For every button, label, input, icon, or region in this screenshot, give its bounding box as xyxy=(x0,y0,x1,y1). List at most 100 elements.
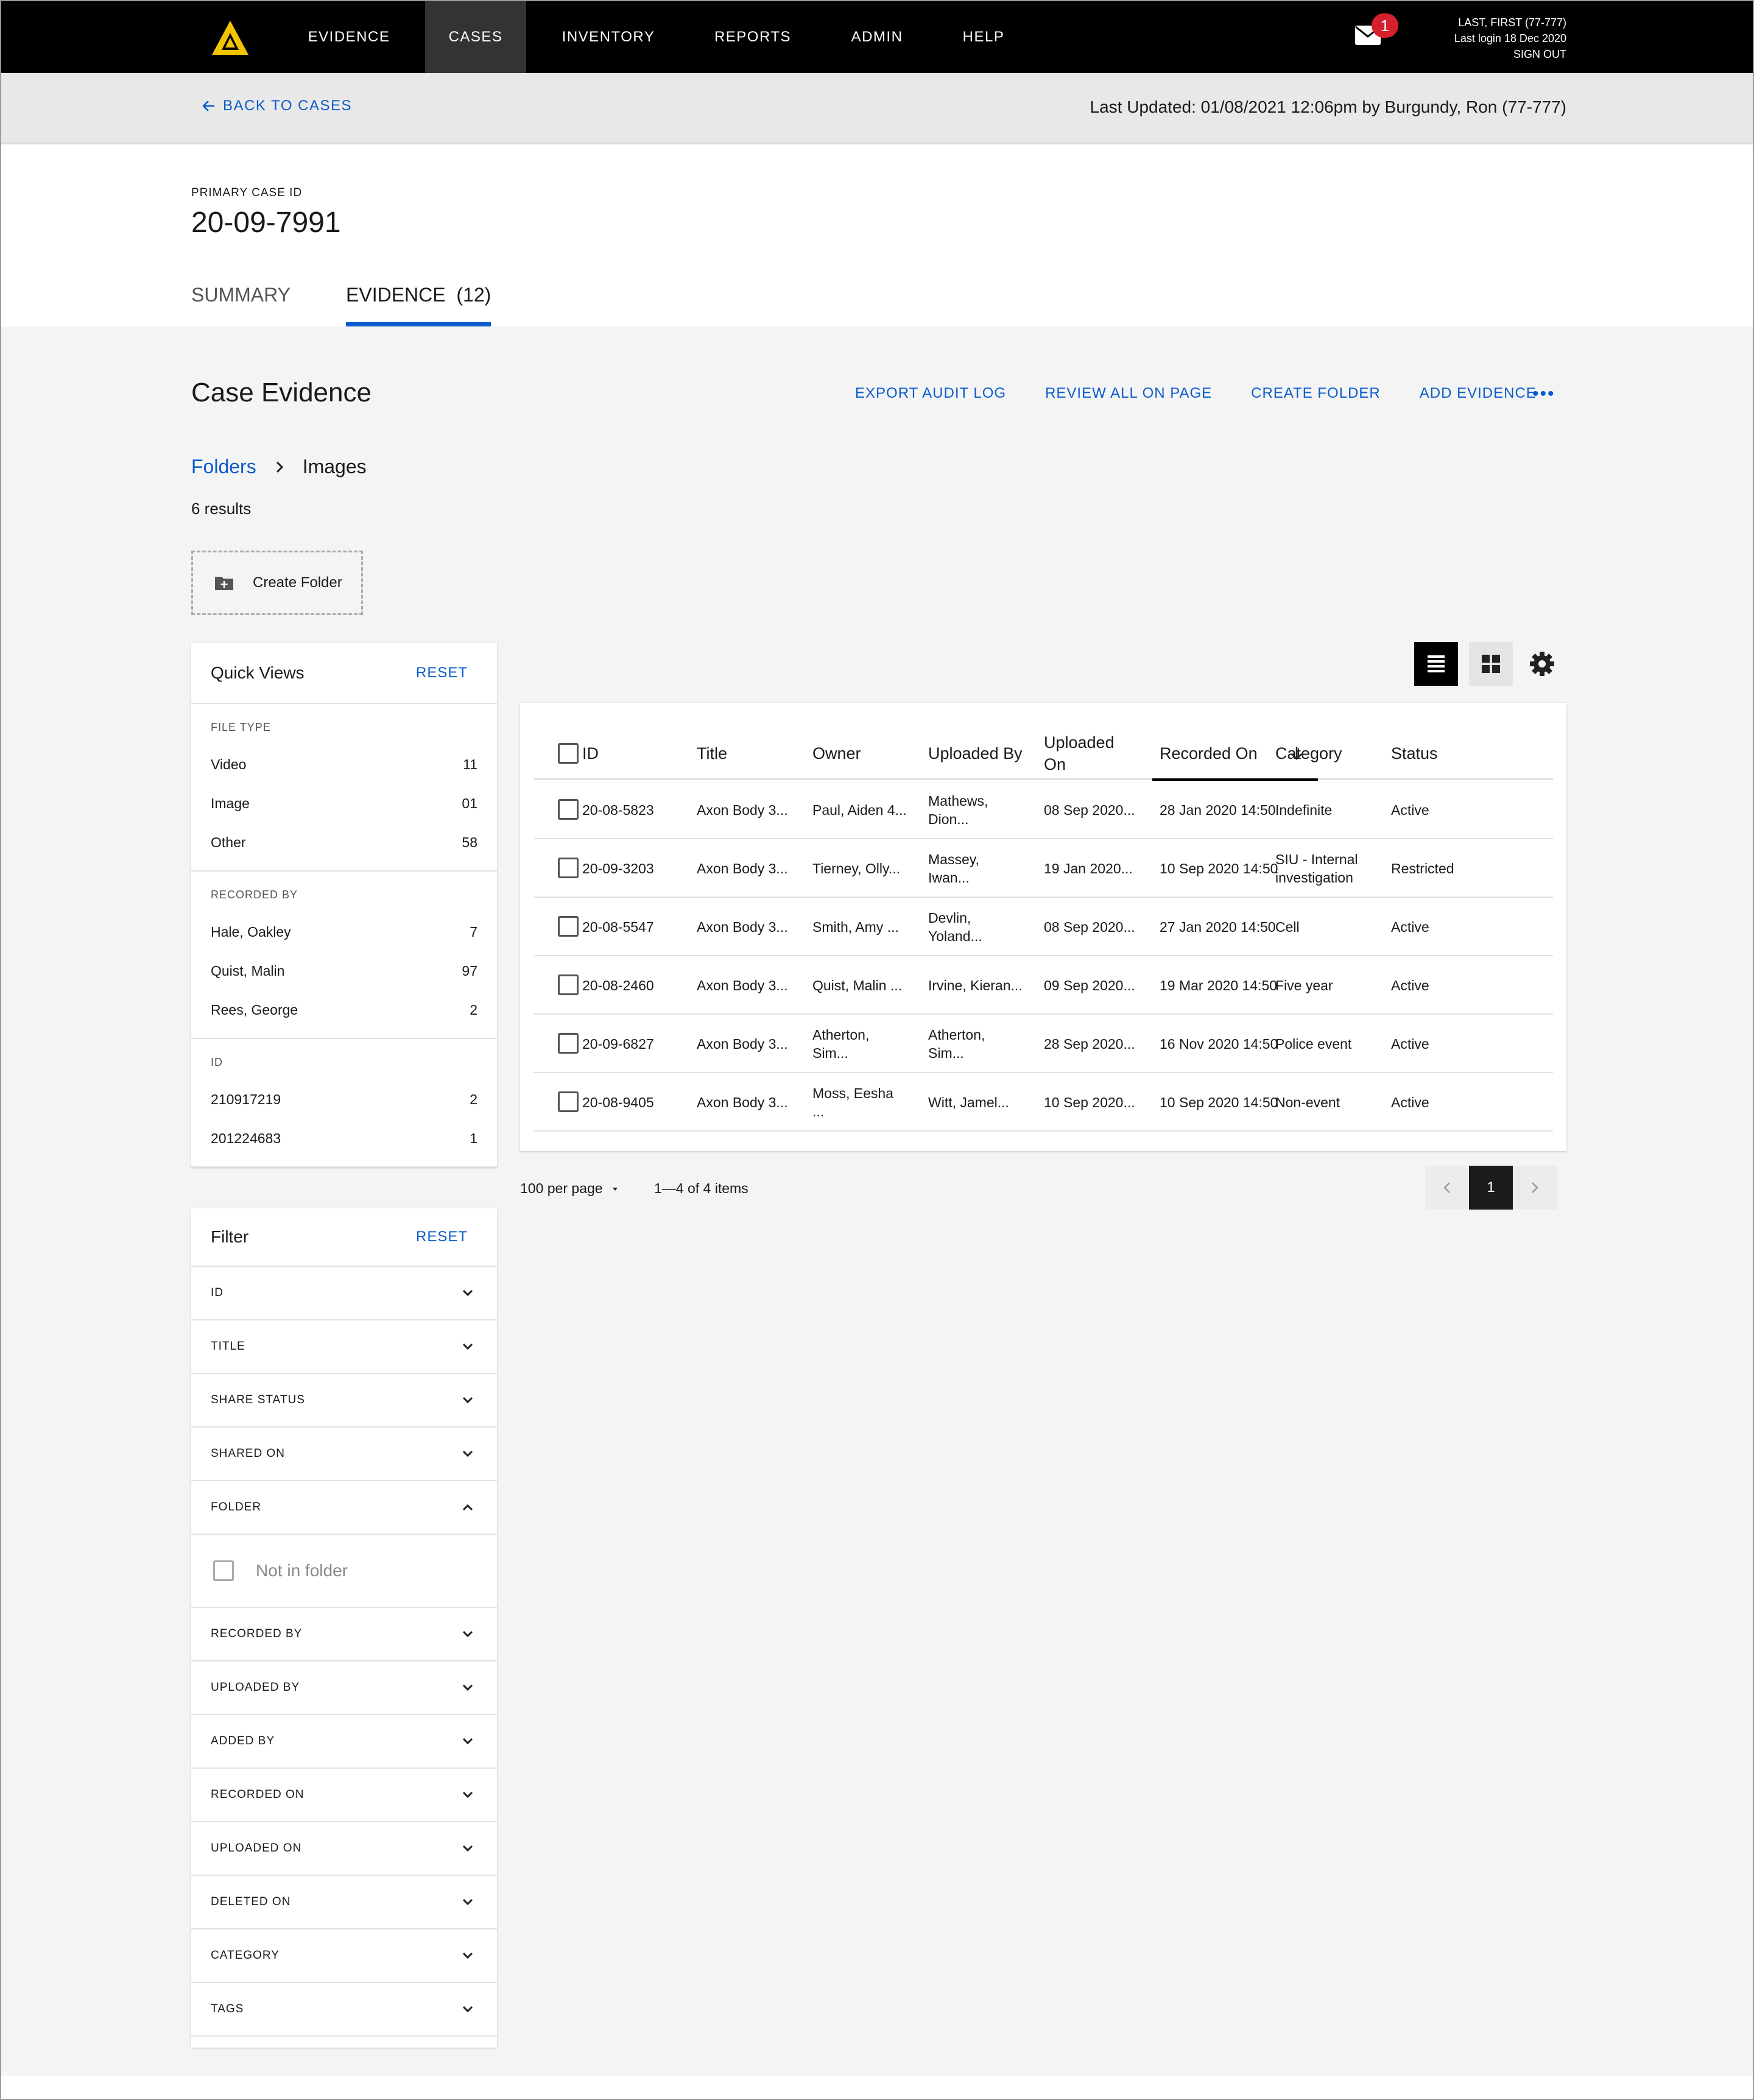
column-header-id[interactable]: ID xyxy=(582,727,599,780)
filter-title[interactable]: TITLE xyxy=(191,1320,497,1374)
filter-deleted-on[interactable]: DELETED ON xyxy=(191,1876,497,1929)
quick-view-item[interactable]: Hale, Oakley 7 xyxy=(211,912,477,951)
chevron-down-icon xyxy=(462,1845,473,1852)
nav-item-cases[interactable]: CASES xyxy=(425,1,526,73)
back-to-cases-label: BACK TO CASES xyxy=(223,97,353,114)
grid-view-button[interactable] xyxy=(1469,642,1513,686)
filter-uploaded-on[interactable]: UPLOADED ON xyxy=(191,1822,497,1876)
quick-view-item[interactable]: Image 01 xyxy=(211,784,477,823)
filter-share-status[interactable]: SHARE STATUS xyxy=(191,1374,497,1428)
filter-label: CATEGORY xyxy=(211,1949,280,1962)
nav-item-reports[interactable]: REPORTS xyxy=(698,1,808,73)
table-row[interactable]: 20-08-9405 Axon Body 3... Moss, Eesha ... W… xyxy=(534,1073,1553,1132)
filter-tags[interactable]: TAGS xyxy=(191,1983,497,2037)
filter-recorded-on[interactable]: RECORDED ON xyxy=(191,1769,497,1822)
chevron-down-icon xyxy=(462,1630,473,1638)
quick-view-item[interactable]: Quist, Malin 97 xyxy=(211,951,477,990)
row-checkbox[interactable] xyxy=(558,858,579,878)
filter-added-by[interactable]: ADDED BY xyxy=(191,1715,497,1769)
axon-logo-icon[interactable] xyxy=(211,19,250,56)
settings-gear-icon[interactable] xyxy=(1529,650,1555,677)
case-id-label: PRIMARY CASE ID xyxy=(191,186,303,199)
select-all-checkbox[interactable] xyxy=(558,743,579,764)
column-header-uploaded-by[interactable]: Uploaded By xyxy=(928,727,1023,780)
quick-views-reset-button[interactable]: RESET xyxy=(416,664,468,682)
cell-owner: Moss, Eesha ... xyxy=(812,1085,893,1119)
more-options-icon[interactable]: ••• xyxy=(1532,384,1555,404)
row-checkbox[interactable] xyxy=(558,1091,579,1112)
cell-owner: Smith, Amy ... xyxy=(812,919,899,935)
cell-id: 20-08-5547 xyxy=(582,919,654,935)
filter-reset-button[interactable]: RESET xyxy=(416,1228,468,1246)
page-1-button[interactable]: 1 xyxy=(1469,1166,1513,1210)
sort-descending-icon[interactable] xyxy=(1290,745,1303,761)
cell-uploaded-on: 09 Sep 2020... xyxy=(1044,978,1135,993)
user-info: LAST, FIRST (77-777) Last login 18 Dec 2… xyxy=(1454,15,1566,62)
table-row[interactable]: 20-09-3203 Axon Body 3... Tierney, Olly...… xyxy=(534,839,1553,898)
case-id: 20-09-7991 xyxy=(191,206,341,239)
column-header-owner[interactable]: Owner xyxy=(812,727,861,780)
review-all-on-page-button[interactable]: REVIEW ALL ON PAGE xyxy=(1045,385,1212,402)
tab-summary[interactable]: SUMMARY xyxy=(191,284,291,326)
quick-view-item[interactable]: Rees, George 2 xyxy=(211,990,477,1029)
filter-uploaded-by[interactable]: UPLOADED BY xyxy=(191,1661,497,1715)
create-folder-button[interactable]: CREATE FOLDER xyxy=(1251,385,1381,402)
nav-item-help[interactable]: HELP xyxy=(950,1,1017,73)
quick-view-item[interactable]: 201224683 1 xyxy=(211,1119,477,1158)
row-checkbox[interactable] xyxy=(558,1033,579,1054)
quick-view-section-label: RECORDED BY xyxy=(211,889,298,901)
last-updated: Last Updated: 01/08/2021 12:06pm by Burg… xyxy=(1090,97,1566,116)
cell-uploaded-by: Atherton, Sim... xyxy=(928,1027,985,1061)
row-checkbox[interactable] xyxy=(558,974,579,995)
row-checkbox[interactable] xyxy=(558,916,579,937)
filter-recorded-by[interactable]: RECORDED BY xyxy=(191,1608,497,1661)
not-in-folder-checkbox[interactable] xyxy=(213,1560,234,1581)
nav-item-evidence[interactable]: EVIDENCE xyxy=(291,1,407,73)
per-page-label: 100 per page xyxy=(520,1180,603,1196)
cell-category: Indefinite xyxy=(1275,802,1333,818)
add-evidence-button[interactable]: ADD EVIDENCE xyxy=(1420,385,1537,402)
next-page-button[interactable] xyxy=(1513,1166,1557,1210)
quick-views-title: Quick Views xyxy=(211,663,305,682)
prev-page-button[interactable] xyxy=(1425,1166,1469,1210)
quick-view-item[interactable]: 210917219 2 xyxy=(211,1080,477,1119)
cell-title: Axon Body 3... xyxy=(697,802,788,818)
folder-option-not-in-folder[interactable]: Not in folder xyxy=(191,1535,497,1608)
nav-item-admin[interactable]: ADMIN xyxy=(831,1,923,73)
table-row[interactable]: 20-09-6827 Axon Body 3... Atherton, Sim...… xyxy=(534,1015,1553,1073)
row-checkbox[interactable] xyxy=(558,799,579,820)
column-header-title[interactable]: Title xyxy=(697,727,727,780)
table-row[interactable]: 20-08-5547 Axon Body 3... Smith, Amy ... De… xyxy=(534,898,1553,956)
user-name: LAST, FIRST (77-777) xyxy=(1458,16,1566,29)
filter-shared-on[interactable]: SHARED ON xyxy=(191,1428,497,1481)
column-header-recorded-on[interactable]: Recorded On xyxy=(1160,727,1258,780)
top-nav: EVIDENCE CASES INVENTORY REPORTS ADMIN HELP 1… xyxy=(1,1,1753,73)
column-header-uploaded-on[interactable]: Uploaded On xyxy=(1044,727,1115,780)
quick-view-item-count: 11 xyxy=(463,756,477,772)
list-view-button[interactable] xyxy=(1414,642,1458,686)
per-page-select[interactable]: 100 per page xyxy=(520,1180,619,1197)
column-header-category[interactable]: Category xyxy=(1275,727,1342,780)
create-folder-tile[interactable]: Create Folder xyxy=(191,551,363,615)
cell-status: Active xyxy=(1391,1094,1429,1110)
table-row[interactable]: 20-08-5823 Axon Body 3... Paul, Aiden 4...… xyxy=(534,781,1553,839)
chevron-down-icon xyxy=(462,1898,473,1906)
column-header-status[interactable]: Status xyxy=(1391,727,1438,780)
export-audit-log-button[interactable]: EXPORT AUDIT LOG xyxy=(855,385,1006,402)
filter-id[interactable]: ID xyxy=(191,1267,497,1320)
breadcrumb-folders[interactable]: Folders xyxy=(191,456,256,478)
sign-out-link[interactable]: SIGN OUT xyxy=(1454,46,1566,62)
filter-folder[interactable]: FOLDER xyxy=(191,1481,497,1535)
app-frame: EVIDENCE CASES INVENTORY REPORTS ADMIN HELP 1… xyxy=(0,0,1754,2100)
arrow-left-icon xyxy=(202,100,214,111)
quick-view-item[interactable]: Other 58 xyxy=(211,823,477,862)
action-bar: EXPORT AUDIT LOG REVIEW ALL ON PAGE CREA… xyxy=(855,385,1537,402)
table-row[interactable]: 20-08-2460 Axon Body 3... Quist, Malin ...… xyxy=(534,956,1553,1015)
quick-view-item[interactable]: Video 11 xyxy=(211,745,477,784)
tab-evidence[interactable]: EVIDENCE (12) xyxy=(346,284,491,326)
filter-category[interactable]: CATEGORY xyxy=(191,1929,497,1983)
back-to-cases-link[interactable]: BACK TO CASES xyxy=(202,97,352,115)
breadcrumb: Folders Images xyxy=(191,456,367,478)
nav-item-inventory[interactable]: INVENTORY xyxy=(553,1,664,73)
chevron-down-icon xyxy=(462,1684,473,1691)
